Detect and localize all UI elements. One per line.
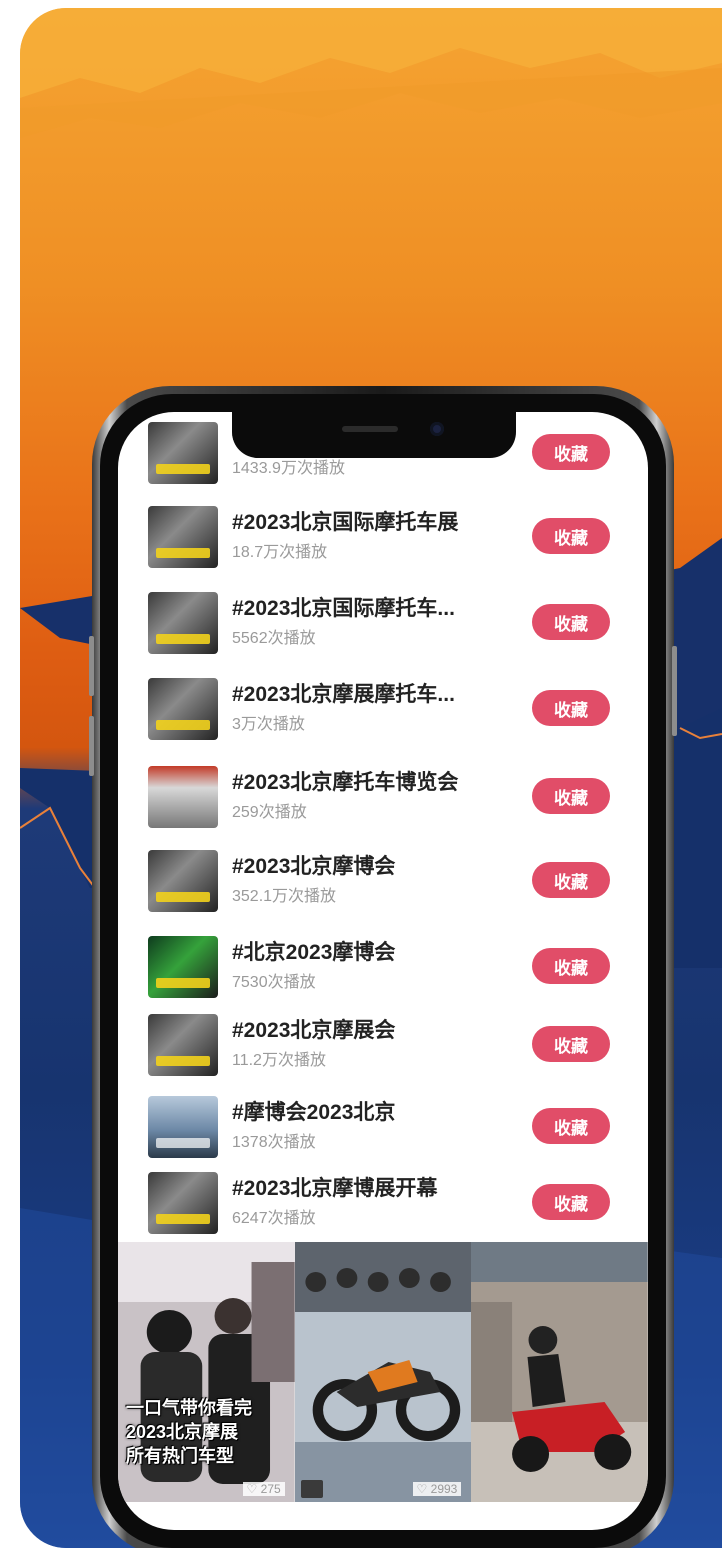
list-item[interactable]: #2023北京国际摩托车展 18.7万次播放 收藏: [118, 494, 648, 578]
topic-title: #2023北京摩托车博览会: [232, 771, 459, 794]
topic-thumbnail: [148, 936, 218, 998]
front-camera: [430, 422, 444, 436]
topic-thumbnail: [148, 1014, 218, 1076]
favorite-button[interactable]: 收藏: [532, 948, 610, 984]
favorite-button[interactable]: 收藏: [532, 1026, 610, 1062]
topic-thumbnail: [148, 678, 218, 740]
caption-line: 2023北京摩展: [126, 1422, 239, 1442]
favorite-button[interactable]: 收藏: [532, 604, 610, 640]
topic-title: #摩博会2023北京: [232, 1101, 396, 1124]
list-item[interactable]: #2023北京国际摩托车... 5562次播放 收藏: [118, 580, 648, 664]
topic-title: #北京2023摩博会: [232, 941, 396, 964]
topic-thumbnail: [148, 506, 218, 568]
video-thumbnail-image: [471, 1242, 648, 1502]
power-button: [672, 646, 677, 736]
list-item[interactable]: #北京2023摩博会 7530次播放 收藏: [118, 924, 648, 1008]
favorite-button[interactable]: 收藏: [532, 1184, 610, 1220]
topic-title: #2023北京国际摩托车展: [232, 511, 459, 534]
video-card[interactable]: 一口气带你看完 2023北京摩展 所有热门车型 ♡ 275: [118, 1242, 295, 1502]
topic-views: 18.7万次播放: [232, 544, 328, 561]
topic-thumbnail: [148, 850, 218, 912]
favorite-button[interactable]: 收藏: [532, 1108, 610, 1144]
caption-line: 一口气带你看完: [126, 1398, 252, 1418]
favorite-button[interactable]: 收藏: [532, 518, 610, 554]
phone-notch: [232, 412, 516, 458]
topic-thumbnail: [148, 592, 218, 654]
list-item[interactable]: #2023北京摩博会 352.1万次播放 收藏: [118, 838, 648, 922]
creator-avatar-icon: [300, 1480, 323, 1498]
volume-up-button: [89, 636, 94, 696]
topic-views: 6247次播放: [232, 1210, 316, 1227]
topic-views: 259次播放: [232, 804, 307, 821]
topic-title: #2023北京摩博展开幕: [232, 1177, 438, 1200]
topic-title: #2023北京摩展摩托车...: [232, 683, 455, 706]
topic-views: 1378次播放: [232, 1134, 316, 1151]
topic-thumbnail: [148, 422, 218, 484]
video-grid: 一口气带你看完 2023北京摩展 所有热门车型 ♡ 275 ♡ 2993: [118, 1242, 648, 1502]
favorite-button[interactable]: 收藏: [532, 434, 610, 470]
video-caption: 一口气带你看完 2023北京摩展 所有热门车型: [126, 1396, 252, 1468]
favorite-button[interactable]: 收藏: [532, 690, 610, 726]
phone-screen: # 1433.9万次播放 收藏 #2023北京国际摩托车展 18.7万次播放 收…: [118, 412, 648, 1530]
topic-title: #2023北京摩博会: [232, 855, 396, 878]
list-item[interactable]: #2023北京摩展会 11.2万次播放 收藏: [118, 1002, 648, 1086]
list-item[interactable]: #2023北京摩展摩托车... 3万次播放 收藏: [118, 666, 648, 750]
topic-title: #2023北京摩展会: [232, 1019, 396, 1042]
topic-thumbnail: [148, 1172, 218, 1234]
volume-down-button: [89, 716, 94, 776]
favorite-button[interactable]: 收藏: [532, 778, 610, 814]
video-card[interactable]: ♡ 2993: [294, 1242, 472, 1502]
like-count: ♡ 2993: [412, 1482, 462, 1496]
phone-mockup: # 1433.9万次播放 收藏 #2023北京国际摩托车展 18.7万次播放 收…: [89, 386, 677, 1548]
topic-views: 11.2万次播放: [232, 1052, 326, 1069]
topic-views: 7530次播放: [232, 974, 316, 991]
topic-title: #2023北京国际摩托车...: [232, 597, 455, 620]
list-item[interactable]: #2023北京摩博展开幕 6247次播放 收藏: [118, 1160, 648, 1244]
topic-views: 352.1万次播放: [232, 888, 337, 905]
caption-line: 所有热门车型: [126, 1446, 234, 1466]
like-count: ♡ 275: [242, 1482, 285, 1496]
topic-views: 3万次播放: [232, 716, 305, 733]
video-card[interactable]: [471, 1242, 648, 1502]
speaker-grille: [342, 426, 398, 432]
video-thumbnail-image: [294, 1242, 472, 1502]
topic-thumbnail: [148, 766, 218, 828]
list-item[interactable]: #摩博会2023北京 1378次播放 收藏: [118, 1084, 648, 1168]
topic-thumbnail: [148, 1096, 218, 1158]
favorite-button[interactable]: 收藏: [532, 862, 610, 898]
list-item[interactable]: #2023北京摩托车博览会 259次播放 收藏: [118, 754, 648, 838]
phone-bezel: # 1433.9万次播放 收藏 #2023北京国际摩托车展 18.7万次播放 收…: [100, 394, 666, 1548]
topic-views: 5562次播放: [232, 630, 316, 647]
